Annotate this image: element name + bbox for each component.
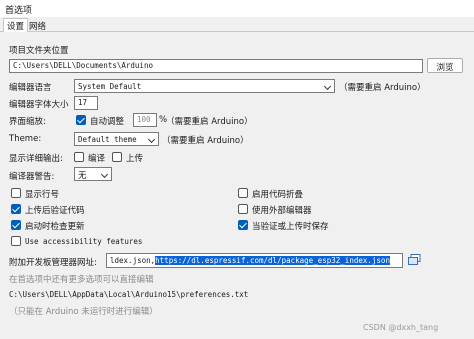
- compiler-warnings-label: 编译器警告:: [9, 172, 55, 182]
- editor-language-note: （需要重启 Arduino）: [339, 83, 426, 93]
- interface-scale-label: 界面缩放:: [9, 117, 46, 127]
- chevron-down-icon: [100, 170, 109, 179]
- show-line-numbers-checkbox[interactable]: [11, 188, 21, 198]
- board-urls-prefix: ldex.json,: [110, 256, 156, 265]
- accessibility-label: Use accessibility features: [25, 237, 143, 246]
- theme-label: Theme:: [9, 134, 42, 144]
- sketchbook-label: 项目文件夹位置: [9, 46, 69, 56]
- sketchbook-path-input[interactable]: C:\Users\DELL\Documents\Arduino: [9, 59, 423, 73]
- board-urls-selected: https://dl.espressif.com/dl/package_esp3…: [155, 256, 390, 265]
- preferences-path: C:\Users\DELL\AppData\Local\Arduino15\pr…: [9, 290, 249, 299]
- compiler-warnings-value: 无: [78, 171, 87, 181]
- verify-after-upload-label: 上传后验证代码: [25, 206, 85, 216]
- chevron-down-icon: [323, 82, 332, 91]
- editor-language-select[interactable]: System Default: [74, 79, 335, 93]
- font-size-label: 编辑器字体大小: [9, 100, 69, 110]
- editor-language-value: System Default: [78, 82, 142, 91]
- font-size-input[interactable]: 17: [74, 96, 98, 110]
- window-title: 首选项: [5, 6, 33, 16]
- board-urls-input[interactable]: ldex.json,https://dl.espressif.com/dl/pa…: [106, 253, 403, 268]
- verbose-compile-label: 编译: [88, 154, 106, 164]
- auto-scale-checkbox[interactable]: [76, 115, 86, 125]
- save-on-verify-checkbox[interactable]: [238, 220, 248, 230]
- browse-button[interactable]: 浏览: [427, 58, 463, 73]
- scale-value-input[interactable]: 100: [133, 113, 157, 127]
- verbose-upload-checkbox[interactable]: [112, 152, 122, 162]
- title-bar: 首选项: [0, 0, 474, 17]
- tab-bar: 设置 网络: [0, 18, 474, 32]
- check-updates-label: 启动时检查更新: [25, 222, 85, 232]
- window-list-icon[interactable]: [408, 254, 421, 266]
- editor-language-label: 编辑器语言: [9, 83, 52, 93]
- check-updates-checkbox[interactable]: [11, 220, 21, 230]
- more-options-hint: 在首选项中还有更多选项可以直接编辑: [9, 275, 154, 285]
- verbose-output-label: 显示详细输出:: [9, 154, 63, 164]
- code-folding-checkbox[interactable]: [238, 188, 248, 198]
- theme-select[interactable]: Default theme: [74, 132, 159, 146]
- show-line-numbers-label: 显示行号: [25, 190, 60, 200]
- watermark-text: CSDN @dxxh_tang: [363, 323, 439, 332]
- verbose-compile-checkbox[interactable]: [74, 152, 84, 162]
- board-urls-label: 附加开发板管理器网址:: [9, 258, 97, 268]
- tab-settings[interactable]: 设置: [3, 18, 29, 32]
- verify-after-upload-checkbox[interactable]: [11, 204, 21, 214]
- tab-network[interactable]: 网络: [29, 20, 46, 32]
- external-editor-checkbox[interactable]: [238, 204, 248, 214]
- external-editor-label: 使用外部编辑器: [252, 206, 312, 216]
- chevron-down-icon: [147, 135, 156, 144]
- compiler-warnings-select[interactable]: 无: [74, 167, 112, 181]
- edit-note: （只能在 Arduino 未运行时进行编辑）: [9, 307, 158, 317]
- auto-scale-label: 自动调整: [90, 117, 125, 127]
- code-folding-label: 启用代码折叠: [252, 190, 304, 200]
- save-on-verify-label: 当验证或上传时保存: [252, 222, 329, 232]
- interface-scale-note: （需要重启 Arduino）: [166, 117, 253, 127]
- theme-note: （需要重启 Arduino）: [162, 136, 249, 146]
- accessibility-checkbox[interactable]: [11, 236, 21, 246]
- verbose-upload-label: 上传: [126, 154, 144, 164]
- theme-value: Default theme: [78, 135, 137, 144]
